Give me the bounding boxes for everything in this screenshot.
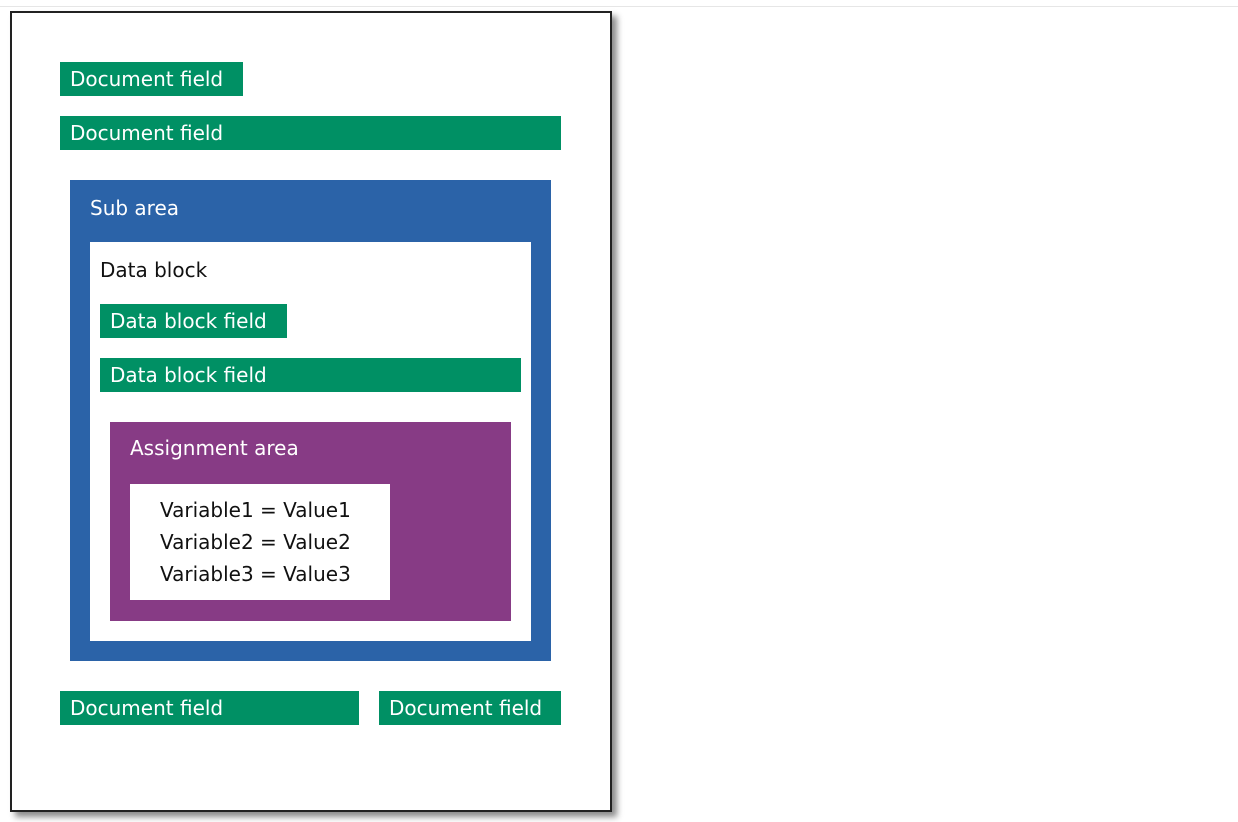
top-divider-line [0,6,1238,7]
document-field-top-wide: Document field [60,116,561,150]
data-block-field-short: Data block field [100,304,287,338]
assignment-area: Assignment area Variable1 = Value1 Varia… [110,422,511,621]
document-field-top-short: Document field [60,62,243,96]
assignment-line-2: Variable2 = Value2 [160,530,351,554]
data-block-field-wide: Data block field [100,358,521,392]
assignment-line-1: Variable1 = Value1 [160,498,351,522]
assignment-area-title: Assignment area [130,436,299,460]
sub-area: Sub area Data block Data block field Dat… [70,180,551,661]
assignment-box: Variable1 = Value1 Variable2 = Value2 Va… [130,484,390,600]
document-page: Document field Document field Sub area D… [10,11,612,812]
data-block: Data block Data block field Data block f… [90,242,531,641]
data-block-title: Data block [100,258,208,282]
document-field-bottom-right: Document field [379,691,561,725]
document-field-bottom-left: Document field [60,691,359,725]
assignment-line-3: Variable3 = Value3 [160,562,351,586]
sub-area-title: Sub area [90,196,180,220]
